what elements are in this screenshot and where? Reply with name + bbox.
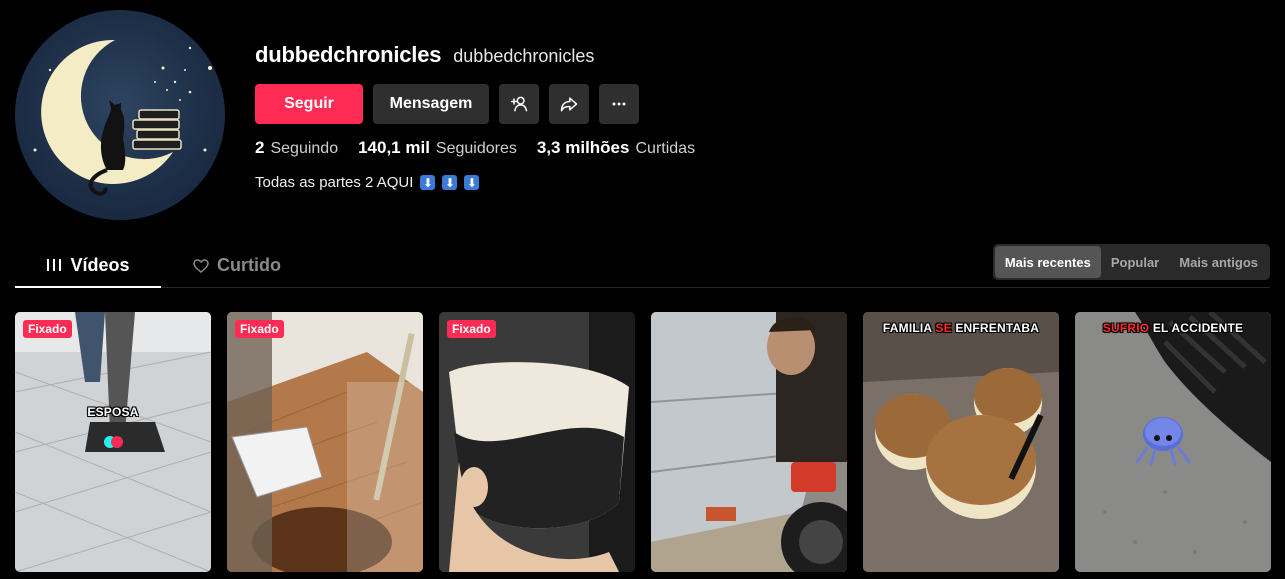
grid-icon	[47, 259, 62, 271]
caption-part-red: SUFRIO	[1102, 321, 1150, 335]
profile-actions: Seguir Mensagem	[255, 84, 695, 124]
bio: Todas as partes 2 AQUI ⬇ ⬇ ⬇	[255, 174, 695, 191]
message-button[interactable]: Mensagem	[373, 84, 489, 124]
avatar[interactable]	[15, 10, 225, 220]
bio-text: Todas as partes 2 AQUI	[255, 174, 414, 191]
down-arrow-emoji-3: ⬇	[464, 175, 480, 190]
profile-tabs: Vídeos Curtido Mais recentes Popular Mai…	[15, 244, 1270, 288]
heart-lock-icon	[193, 258, 209, 273]
pinned-badge: Fixado	[235, 320, 284, 338]
video-card[interactable]: Fixado	[439, 312, 635, 572]
video-card[interactable]: FAMILIA SE ENFRENTABA	[863, 312, 1059, 572]
video-thumbnail	[15, 312, 211, 572]
share-arrow-icon	[560, 97, 578, 112]
followers-label: Seguidores	[435, 140, 517, 157]
video-thumbnail	[863, 312, 1059, 572]
sort-selector: Mais recentes Popular Mais antigos	[992, 244, 1270, 280]
video-caption: ESPOSA	[87, 405, 139, 419]
video-thumbnail	[439, 312, 635, 572]
profile-page: dubbedchronicles dubbedchronicles Seguir…	[0, 0, 1285, 579]
sort-option-popular[interactable]: Popular	[1101, 246, 1169, 278]
video-thumbnail	[227, 312, 423, 572]
name-row: dubbedchronicles dubbedchronicles	[255, 42, 695, 68]
likes-label: Curtidas	[635, 140, 696, 157]
caption-part: FAMILIA	[882, 321, 936, 335]
video-grid: Fixado ESPOSA Fixado Fixado FAMILIA SE E…	[15, 312, 1271, 572]
video-card[interactable]: Fixado	[227, 312, 423, 572]
stat-likes: 3,3 milhões Curtidas	[537, 138, 695, 158]
pinned-badge: Fixado	[447, 320, 496, 338]
video-thumbnail	[1075, 312, 1271, 572]
caption-part: ENFRENTABA	[951, 321, 1040, 335]
nickname: dubbedchronicles	[453, 46, 595, 66]
more-dots-icon	[612, 102, 626, 106]
likes-count: 3,3 milhões	[536, 138, 630, 157]
video-caption: SUFRIO EL ACCIDENTE	[1075, 321, 1271, 335]
stat-followers[interactable]: 140,1 mil Seguidores	[358, 138, 517, 158]
caption-part-red: SE	[935, 321, 952, 335]
add-friend-button[interactable]	[499, 84, 539, 124]
video-card[interactable]: SUFRIO EL ACCIDENTE	[1075, 312, 1271, 572]
sort-option-recent[interactable]: Mais recentes	[994, 246, 1101, 278]
follow-button[interactable]: Seguir	[255, 84, 363, 124]
tab-videos-label: Vídeos	[70, 254, 130, 275]
video-card[interactable]: Fixado ESPOSA	[15, 312, 211, 572]
tab-liked[interactable]: Curtido	[193, 244, 281, 287]
pinned-badge: Fixado	[23, 320, 72, 338]
video-caption: FAMILIA SE ENFRENTABA	[863, 321, 1059, 335]
following-count: 2	[255, 138, 265, 157]
profile-info: dubbedchronicles dubbedchronicles Seguir…	[255, 42, 695, 191]
tab-liked-label: Curtido	[217, 255, 281, 275]
caption-part: EL ACCIDENTE	[1149, 321, 1244, 335]
username: dubbedchronicles	[255, 42, 442, 67]
share-button[interactable]	[549, 84, 589, 124]
down-arrow-emoji-2: ⬇	[442, 175, 458, 190]
followers-count: 140,1 mil	[358, 138, 430, 157]
following-label: Seguindo	[270, 140, 339, 157]
avatar-image	[33, 39, 212, 196]
add-user-icon	[510, 96, 528, 112]
profile-stats: 2 Seguindo 140,1 mil Seguidores 3,3 milh…	[255, 138, 695, 158]
tab-videos[interactable]: Vídeos	[15, 244, 161, 288]
sort-option-oldest[interactable]: Mais antigos	[1169, 246, 1268, 278]
video-card[interactable]	[651, 312, 847, 572]
more-button[interactable]	[599, 84, 639, 124]
video-thumbnail	[651, 312, 847, 572]
stat-following[interactable]: 2 Seguindo	[255, 138, 338, 158]
down-arrow-emoji-1: ⬇	[420, 175, 436, 190]
